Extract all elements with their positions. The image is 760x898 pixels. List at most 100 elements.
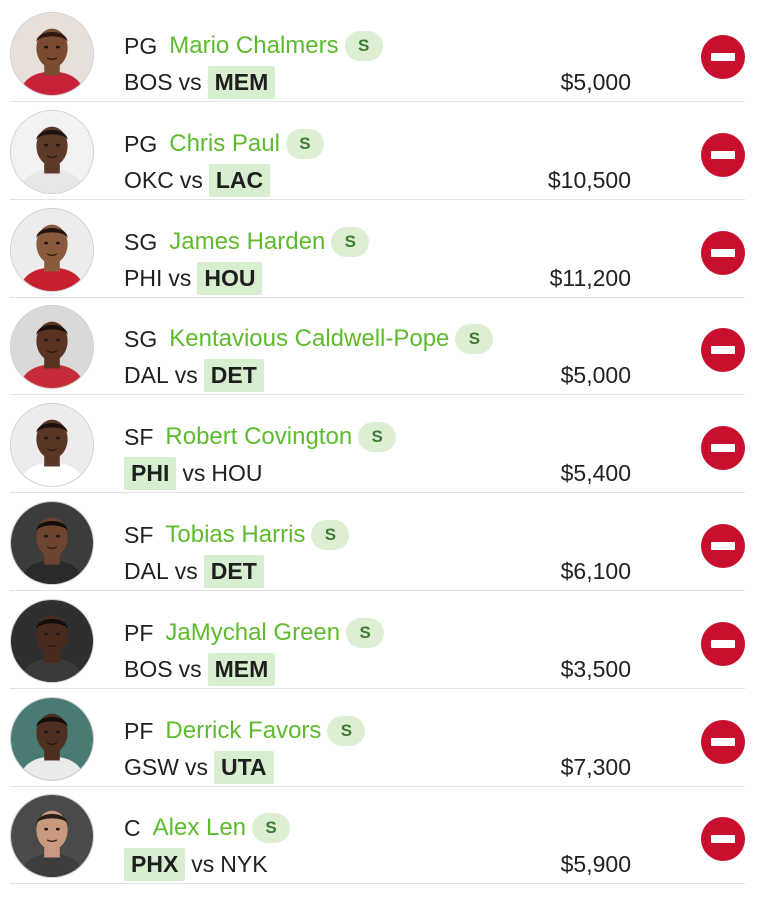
remove-player-button[interactable]	[701, 720, 745, 764]
status-badge: S	[455, 324, 494, 354]
status-badge: S	[358, 422, 397, 452]
player-headshot-image	[11, 209, 93, 291]
away-team: OKC	[124, 166, 174, 193]
player-position: PF	[124, 619, 154, 646]
player-title-line: PG Mario Chalmers S	[124, 29, 383, 63]
player-headshot-image	[11, 795, 93, 877]
player-position: PG	[124, 130, 158, 157]
player-avatar	[10, 697, 94, 781]
remove-player-button[interactable]	[701, 426, 745, 470]
remove-player-button[interactable]	[701, 524, 745, 568]
player-row: PG Mario Chalmers S BOS vs MEM $5,000	[10, 5, 745, 102]
home-team: DET	[203, 554, 264, 588]
player-position: SG	[124, 228, 158, 255]
player-row: SF Robert Covington S PHI vs HOU $5,400	[10, 396, 745, 493]
away-team: PHI	[124, 456, 177, 490]
matchup-line: PHX vs NYK	[124, 847, 268, 881]
remove-player-button[interactable]	[701, 622, 745, 666]
matchup-line: BOS vs MEM	[124, 652, 276, 686]
matchup-line: GSW vs UTA	[124, 750, 274, 784]
vs-label: vs	[182, 459, 206, 486]
player-name-link[interactable]: Chris Paul	[169, 130, 280, 158]
player-title-line: SG James Harden S	[124, 225, 370, 259]
player-headshot-image	[11, 502, 93, 584]
player-avatar	[10, 501, 94, 585]
player-name-link[interactable]: Derrick Favors	[165, 717, 321, 745]
player-row: PF Derrick Favors S GSW vs UTA $7,300	[10, 690, 745, 787]
lineup-roster: PG Mario Chalmers S BOS vs MEM $5,000 PG…	[0, 0, 760, 898]
player-position: PF	[124, 717, 154, 744]
vs-label: vs	[191, 850, 215, 877]
player-position: SF	[124, 423, 154, 450]
player-salary: $5,000	[560, 362, 631, 388]
player-name-link[interactable]: James Harden	[169, 228, 325, 256]
vs-label: vs	[174, 361, 198, 388]
player-title-line: SG Kentavious Caldwell-Pope S	[124, 322, 494, 356]
matchup-line: PHI vs HOU	[124, 261, 263, 295]
player-salary: $5,400	[560, 460, 631, 486]
remove-player-button[interactable]	[701, 35, 745, 79]
player-name-link[interactable]: Mario Chalmers	[169, 32, 338, 60]
matchup-line: DAL vs DET	[124, 554, 264, 588]
minus-circle-icon	[711, 640, 735, 648]
player-salary: $5,900	[560, 851, 631, 877]
matchup-line: DAL vs DET	[124, 358, 264, 392]
minus-circle-icon	[711, 444, 735, 452]
player-row: PG Chris Paul S OKC vs LAC $10,500	[10, 103, 745, 200]
vs-label: vs	[178, 68, 202, 95]
vs-label: vs	[174, 557, 198, 584]
home-team: MEM	[207, 65, 276, 99]
player-row: C Alex Len S PHX vs NYK $5,900	[10, 787, 745, 884]
player-name-link[interactable]: Kentavious Caldwell-Pope	[169, 325, 449, 353]
player-name-link[interactable]: Alex Len	[153, 814, 246, 842]
player-position: SG	[124, 325, 158, 352]
vs-label: vs	[178, 655, 202, 682]
away-team: DAL	[124, 557, 169, 584]
away-team: PHI	[124, 264, 163, 291]
status-badge: S	[311, 520, 350, 550]
away-team: BOS	[124, 655, 173, 682]
player-avatar	[10, 208, 94, 292]
remove-player-button[interactable]	[701, 328, 745, 372]
home-team: UTA	[213, 750, 274, 784]
remove-player-button[interactable]	[701, 231, 745, 275]
vs-label: vs	[184, 753, 208, 780]
minus-circle-icon	[711, 346, 735, 354]
minus-circle-icon	[711, 53, 735, 61]
player-row: SG Kentavious Caldwell-Pope S DAL vs DET…	[10, 298, 745, 395]
player-salary: $6,100	[560, 558, 631, 584]
player-salary: $10,500	[547, 167, 631, 193]
matchup-line: BOS vs MEM	[124, 65, 276, 99]
player-title-line: SF Tobias Harris S	[124, 518, 350, 552]
vs-label: vs	[168, 264, 192, 291]
away-team: BOS	[124, 68, 173, 95]
status-badge: S	[327, 716, 366, 746]
home-team: HOU	[197, 261, 263, 295]
remove-player-button[interactable]	[701, 817, 745, 861]
player-position: C	[124, 814, 141, 841]
player-salary: $7,300	[560, 754, 631, 780]
player-name-link[interactable]: JaMychal Green	[165, 619, 340, 647]
player-row: SF Tobias Harris S DAL vs DET $6,100	[10, 494, 745, 591]
player-headshot-image	[11, 600, 93, 682]
remove-player-button[interactable]	[701, 133, 745, 177]
player-position: PG	[124, 32, 158, 59]
player-headshot-image	[11, 404, 93, 486]
matchup-line: OKC vs LAC	[124, 163, 271, 197]
player-title-line: C Alex Len S	[124, 811, 291, 845]
home-team: MEM	[207, 652, 276, 686]
minus-circle-icon	[711, 542, 735, 550]
player-name-link[interactable]: Robert Covington	[165, 423, 352, 451]
player-name-link[interactable]: Tobias Harris	[165, 521, 305, 549]
player-title-line: PF Derrick Favors S	[124, 714, 366, 748]
player-title-line: PF JaMychal Green S	[124, 616, 385, 650]
player-salary: $11,200	[549, 265, 631, 291]
away-team: PHX	[124, 847, 186, 881]
home-team: NYK	[220, 850, 268, 877]
status-badge: S	[344, 31, 383, 61]
player-headshot-image	[11, 698, 93, 780]
away-team: DAL	[124, 361, 169, 388]
player-avatar	[10, 599, 94, 683]
away-team: GSW	[124, 753, 179, 780]
player-row: PF JaMychal Green S BOS vs MEM $3,500	[10, 592, 745, 689]
